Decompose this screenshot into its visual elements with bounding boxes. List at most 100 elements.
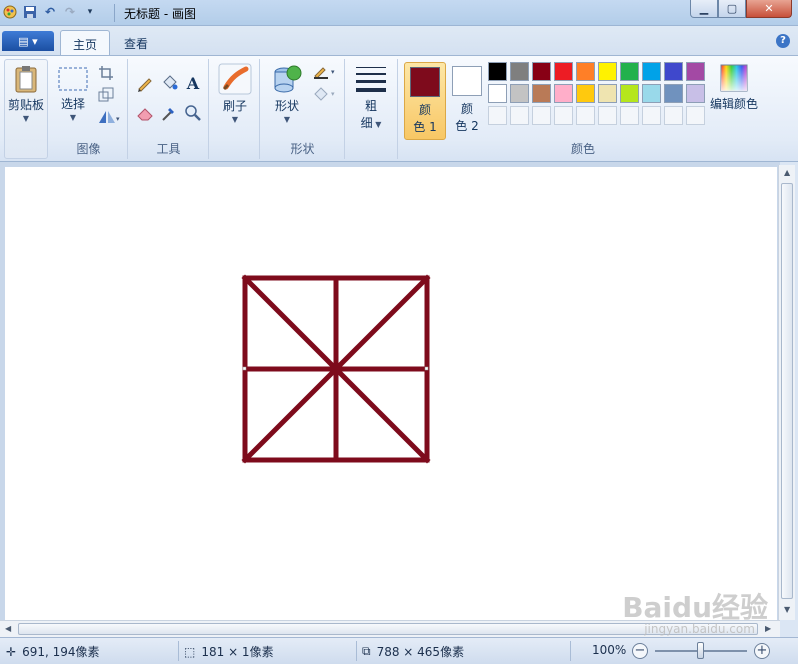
select-button[interactable]: 选择 ▼ <box>54 65 92 122</box>
color1-button[interactable]: 颜色 1 <box>404 62 446 140</box>
ribbon: 剪贴板 ▼ 选择 ▼ ▾ 图像 A 工具 刷子 ▼ 形状 ▼ ▾ ▾ 形状 粗 … <box>0 55 798 162</box>
palette-swatch[interactable] <box>532 62 551 81</box>
chevron-down-icon: ▼ <box>283 115 291 124</box>
scroll-left-icon[interactable]: ◀ <box>5 624 11 633</box>
palette-swatch[interactable] <box>510 62 529 81</box>
close-button[interactable]: ✕ <box>746 0 792 18</box>
ribbon-tabs: ▤ ▾ 主页 查看 ? <box>0 26 798 55</box>
palette-swatch[interactable] <box>510 84 529 103</box>
palette-swatch[interactable] <box>642 62 661 81</box>
eraser-icon[interactable] <box>135 103 155 123</box>
selection-handle-right[interactable] <box>424 366 429 371</box>
custom-color-slot[interactable] <box>576 106 595 125</box>
brush-icon <box>218 63 252 95</box>
select-label: 选择 <box>60 97 85 111</box>
status-separator <box>356 641 357 661</box>
edit-colors-button[interactable]: 编辑颜色 <box>708 63 760 113</box>
palette-swatch[interactable] <box>642 84 661 103</box>
palette-swatch[interactable] <box>488 62 507 81</box>
color-spectrum-icon <box>720 64 748 92</box>
chevron-down-icon: ▼ <box>231 115 239 124</box>
palette-swatch[interactable] <box>620 62 639 81</box>
palette-swatch[interactable] <box>576 62 595 81</box>
magnifier-icon[interactable] <box>183 103 203 123</box>
vertical-scrollbar[interactable]: ▲ ▼ <box>778 165 795 620</box>
resize-icon[interactable] <box>96 85 116 105</box>
scroll-down-icon[interactable]: ▼ <box>784 605 790 614</box>
selection-handle-left[interactable] <box>242 366 247 371</box>
custom-color-slot[interactable] <box>488 106 507 125</box>
palette-swatch[interactable] <box>532 84 551 103</box>
drawing-shape <box>241 274 431 464</box>
vertical-scroll-thumb[interactable] <box>781 183 793 599</box>
minimize-button[interactable]: ▁ <box>690 0 718 18</box>
fill-icon[interactable] <box>159 73 179 93</box>
palette-swatch[interactable] <box>554 62 573 81</box>
palette-swatch[interactable] <box>598 62 617 81</box>
custom-color-slot[interactable] <box>620 106 639 125</box>
rotate-icon[interactable]: ▾ <box>96 107 122 127</box>
palette-swatch[interactable] <box>664 62 683 81</box>
scroll-up-icon[interactable]: ▲ <box>784 168 790 177</box>
brushes-group: 刷子 ▼ <box>210 59 260 159</box>
color2-button[interactable]: 颜色 2 <box>446 62 488 140</box>
tab-home[interactable]: 主页 <box>60 30 111 55</box>
palette-swatch[interactable] <box>598 84 617 103</box>
baidu-watermark: Baidu经验 jingyan.baidu.com <box>622 591 768 636</box>
svg-text:▾: ▾ <box>331 68 335 76</box>
custom-color-slot[interactable] <box>532 106 551 125</box>
undo-icon[interactable]: ↶ <box>42 4 58 20</box>
color-picker-icon[interactable] <box>159 103 179 123</box>
custom-color-slot[interactable] <box>554 106 573 125</box>
custom-color-slot[interactable] <box>510 106 529 125</box>
palette-swatch[interactable] <box>554 84 573 103</box>
fill-shape-icon[interactable]: ▾ <box>311 83 339 103</box>
save-icon[interactable] <box>22 4 38 20</box>
clipboard-button[interactable]: 剪贴板 ▼ <box>5 64 47 123</box>
zoom-out-icon[interactable]: − <box>632 643 648 659</box>
redo-icon[interactable]: ↷ <box>62 4 78 20</box>
palette-swatch[interactable] <box>686 84 705 103</box>
maximize-button[interactable]: ▢ <box>718 0 746 18</box>
custom-color-slot[interactable] <box>598 106 617 125</box>
zoom-in-icon[interactable]: + <box>754 643 770 659</box>
color2-label: 颜色 2 <box>455 102 479 133</box>
cursor-position: ✛ 691, 194像素 <box>6 643 100 660</box>
text-icon[interactable]: A <box>183 73 203 93</box>
outline-icon[interactable]: ▾ <box>311 61 339 81</box>
size-button[interactable]: 粗 细 ▼ <box>350 63 392 133</box>
palette-swatch[interactable] <box>488 84 507 103</box>
select-icon <box>58 67 88 91</box>
brushes-button[interactable]: 刷子 ▼ <box>214 63 256 124</box>
help-icon[interactable]: ? <box>776 34 790 48</box>
custom-color-slot[interactable] <box>686 106 705 125</box>
clipboard-label: 剪贴板 <box>7 98 44 112</box>
selection-size-text: 181 × 1像素 <box>201 645 274 659</box>
status-separator <box>570 641 571 661</box>
clipboard-icon <box>15 66 37 93</box>
paint-app-icon[interactable] <box>2 4 18 20</box>
image-group-label: 图像 <box>76 142 101 156</box>
palette-swatch[interactable] <box>686 62 705 81</box>
palette-swatch[interactable] <box>576 84 595 103</box>
shapes-group: 形状 ▼ ▾ ▾ 形状 <box>261 59 345 159</box>
color1-swatch <box>410 67 440 97</box>
app-menu-button[interactable]: ▤ ▾ <box>2 31 54 51</box>
custom-color-slot[interactable] <box>642 106 661 125</box>
selection-size-icon: ⬚ <box>184 644 196 659</box>
drawing-canvas[interactable] <box>5 167 777 620</box>
zoom-slider-thumb[interactable] <box>697 642 704 659</box>
canvas-size: ⧉ 788 × 465像素 <box>362 643 464 660</box>
tab-view[interactable]: 查看 <box>112 30 160 55</box>
pencil-icon[interactable] <box>135 73 155 93</box>
palette-swatch[interactable] <box>664 84 683 103</box>
palette-swatch[interactable] <box>620 84 639 103</box>
shapes-button[interactable]: 形状 ▼ <box>267 63 307 124</box>
colors-group: 颜色 1 颜色 2 编辑颜色 颜色 <box>400 59 766 159</box>
window-title: 无标题 - 画图 <box>124 7 196 21</box>
color2-swatch <box>452 66 482 96</box>
shapes-icon <box>274 65 302 93</box>
customize-qat-icon[interactable]: ▾ <box>82 4 98 20</box>
crop-icon[interactable] <box>96 63 116 83</box>
custom-color-slot[interactable] <box>664 106 683 125</box>
